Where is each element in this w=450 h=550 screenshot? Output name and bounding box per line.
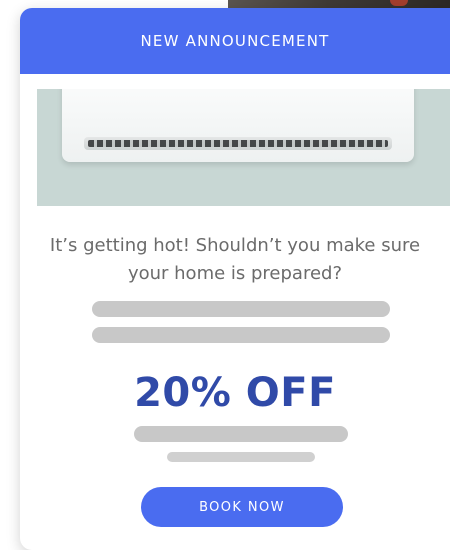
placeholder-text-bar-1 (92, 301, 390, 317)
announcement-card: NEW ANNOUNCEMENT It’s getting hot! Shoul… (20, 8, 450, 550)
discount-heading: 20% OFF (134, 370, 336, 416)
hero-image-air-conditioner (37, 89, 450, 206)
announcement-header: NEW ANNOUNCEMENT (20, 8, 450, 74)
air-conditioner-slats (88, 140, 388, 147)
announcement-message: It’s getting hot! Shouldn’t you make sur… (49, 235, 421, 284)
air-conditioner-unit (62, 89, 414, 162)
book-now-button[interactable]: BOOK NOW (141, 487, 343, 527)
placeholder-text-bar-2 (92, 327, 390, 343)
announcement-title: NEW ANNOUNCEMENT (140, 32, 330, 50)
placeholder-text-bar-3 (134, 426, 348, 442)
placeholder-text-bar-4 (167, 452, 315, 462)
